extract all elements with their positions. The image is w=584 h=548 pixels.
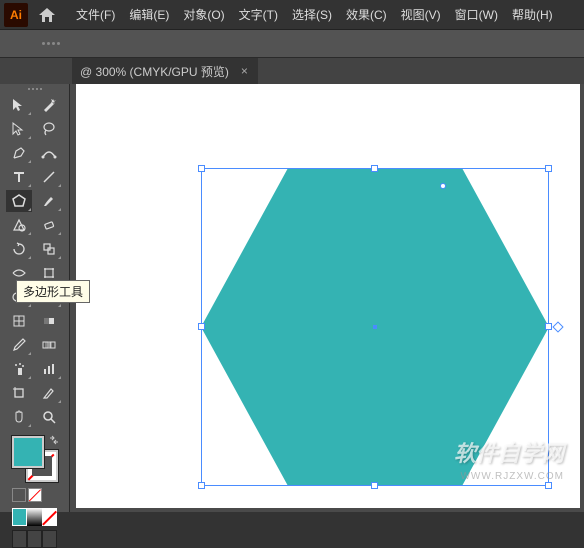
menu-view[interactable]: 视图(V): [395, 4, 447, 25]
hexagon-shape[interactable]: [201, 168, 549, 486]
canvas-area: 软件自学网 WWW.RJZXW.COM: [70, 84, 584, 512]
panel-grip[interactable]: [6, 88, 63, 90]
draw-normal[interactable]: [12, 530, 27, 548]
fill-stroke-indicator[interactable]: [12, 436, 58, 482]
zoom-tool[interactable]: [36, 406, 62, 428]
gradient-tool[interactable]: [36, 310, 62, 332]
color-chip-fill[interactable]: [12, 508, 27, 526]
magic-wand-tool[interactable]: [36, 94, 62, 116]
draw-behind[interactable]: [27, 530, 42, 548]
mesh-tool[interactable]: [6, 310, 32, 332]
line-tool[interactable]: [36, 166, 62, 188]
selection-tool[interactable]: [6, 94, 32, 116]
slice-tool[interactable]: [36, 382, 62, 404]
gradient-chip[interactable]: [27, 508, 42, 526]
menu-object[interactable]: 对象(O): [177, 4, 230, 25]
color-mode-row: [6, 504, 63, 530]
polygon-tool[interactable]: [6, 190, 32, 212]
default-fill-stroke[interactable]: [12, 488, 26, 502]
direct-selection-tool[interactable]: [6, 118, 32, 140]
graph-tool[interactable]: [36, 358, 62, 380]
live-corner-widget[interactable]: [552, 321, 563, 332]
menu-file[interactable]: 文件(F): [70, 4, 121, 25]
menu-select[interactable]: 选择(S): [286, 4, 338, 25]
fill-swatch[interactable]: [12, 436, 44, 468]
blend-tool[interactable]: [36, 334, 62, 356]
document-tab-bar: @ 300% (CMYK/GPU 预览) ×: [0, 58, 584, 84]
tooltip-polygon: 多边形工具: [16, 280, 90, 303]
tab-title: @ 300% (CMYK/GPU 预览): [80, 63, 229, 80]
menu-help[interactable]: 帮助(H): [506, 4, 559, 25]
menu-type[interactable]: 文字(T): [233, 4, 284, 25]
brush-tool[interactable]: [36, 190, 62, 212]
eraser-tool[interactable]: [36, 214, 62, 236]
scale-tool[interactable]: [36, 238, 62, 260]
menu-edit[interactable]: 编辑(E): [123, 4, 175, 25]
rotate-tool[interactable]: [6, 238, 32, 260]
control-bar: [0, 30, 584, 58]
lasso-tool[interactable]: [36, 118, 62, 140]
none-chip[interactable]: [42, 508, 57, 526]
pen-tool[interactable]: [6, 142, 32, 164]
hand-tool[interactable]: [6, 406, 32, 428]
menu-window[interactable]: 窗口(W): [449, 4, 504, 25]
draw-inside[interactable]: [42, 530, 57, 548]
tools-panel: 多边形工具: [0, 84, 70, 512]
menu-items: 文件(F) 编辑(E) 对象(O) 文字(T) 选择(S) 效果(C) 视图(V…: [70, 4, 559, 25]
top-menu-bar: Ai 文件(F) 编辑(E) 对象(O) 文字(T) 选择(S) 效果(C) 视…: [0, 0, 584, 30]
eyedropper-tool[interactable]: [6, 334, 32, 356]
shaper-tool[interactable]: [6, 214, 32, 236]
symbol-sprayer-tool[interactable]: [6, 358, 32, 380]
curvature-tool[interactable]: [36, 142, 62, 164]
type-tool[interactable]: [6, 166, 32, 188]
swap-fill-stroke-icon[interactable]: [48, 434, 60, 446]
app-logo: Ai: [4, 3, 28, 27]
color-swatch-area: [6, 436, 63, 548]
artboard-tool[interactable]: [6, 382, 32, 404]
document-tab[interactable]: @ 300% (CMYK/GPU 预览) ×: [72, 58, 258, 84]
home-icon[interactable]: [34, 3, 60, 27]
menu-effect[interactable]: 效果(C): [340, 4, 393, 25]
close-icon[interactable]: ×: [239, 64, 250, 78]
none-color[interactable]: [28, 488, 42, 502]
artboard[interactable]: 软件自学网 WWW.RJZXW.COM: [76, 84, 580, 508]
